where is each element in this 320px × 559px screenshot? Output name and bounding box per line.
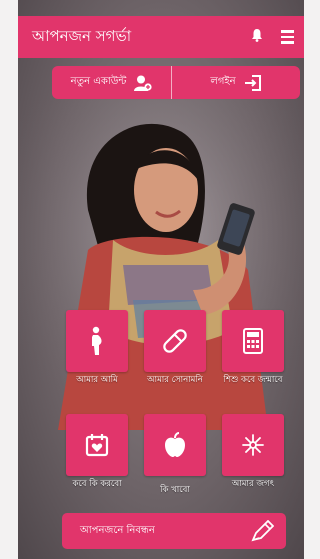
tile-label-what-to-eat: কি খাবো bbox=[160, 485, 190, 495]
tile-what-to-eat[interactable] bbox=[144, 414, 206, 476]
tile-due-date[interactable] bbox=[222, 310, 284, 372]
auth-bar: নতুন একাউন্ট লগইন bbox=[52, 66, 300, 99]
calculator-icon bbox=[243, 328, 263, 354]
tile-my-world[interactable] bbox=[222, 414, 284, 476]
tile-label-what-to-do: কবে কি করবো bbox=[72, 479, 122, 489]
right-margin bbox=[304, 0, 320, 559]
new-account-label: নতুন একাউন্ট bbox=[70, 76, 127, 87]
tile-label-due-date: শিশু কবে জন্মাবে bbox=[223, 375, 283, 385]
login-icon bbox=[244, 74, 261, 91]
register-button[interactable]: আপনজনে নিবন্ধন bbox=[62, 513, 286, 549]
login-label: লগইন bbox=[210, 76, 236, 87]
hamburger-menu-icon[interactable] bbox=[281, 30, 294, 44]
app-bar: আপনজন সগর্ভা bbox=[18, 16, 304, 58]
new-account-button[interactable]: নতুন একাউন্ট bbox=[52, 66, 172, 99]
tile-label-my-self: আমার আমি bbox=[76, 375, 118, 385]
register-label: আপনজনে নিবন্ধন bbox=[80, 524, 155, 536]
pill-icon bbox=[163, 329, 187, 353]
tile-my-self[interactable] bbox=[66, 310, 128, 372]
bell-icon[interactable] bbox=[251, 28, 263, 46]
tile-label-my-world: আমার জগৎ bbox=[231, 479, 275, 489]
tile-my-baby[interactable] bbox=[144, 310, 206, 372]
add-user-icon bbox=[134, 75, 152, 91]
apple-icon bbox=[165, 432, 185, 457]
tile-label-my-baby: আমার সোনামনি bbox=[147, 375, 203, 385]
pregnant-woman-icon bbox=[92, 326, 102, 355]
login-button[interactable]: লগইন bbox=[172, 66, 300, 99]
pen-icon bbox=[251, 520, 274, 542]
sparkle-icon bbox=[242, 434, 264, 456]
app-title: আপনজন সগর্ভা bbox=[32, 26, 132, 45]
tile-what-to-do[interactable] bbox=[66, 414, 128, 476]
left-margin bbox=[0, 0, 18, 559]
calendar-heart-icon bbox=[85, 434, 109, 457]
